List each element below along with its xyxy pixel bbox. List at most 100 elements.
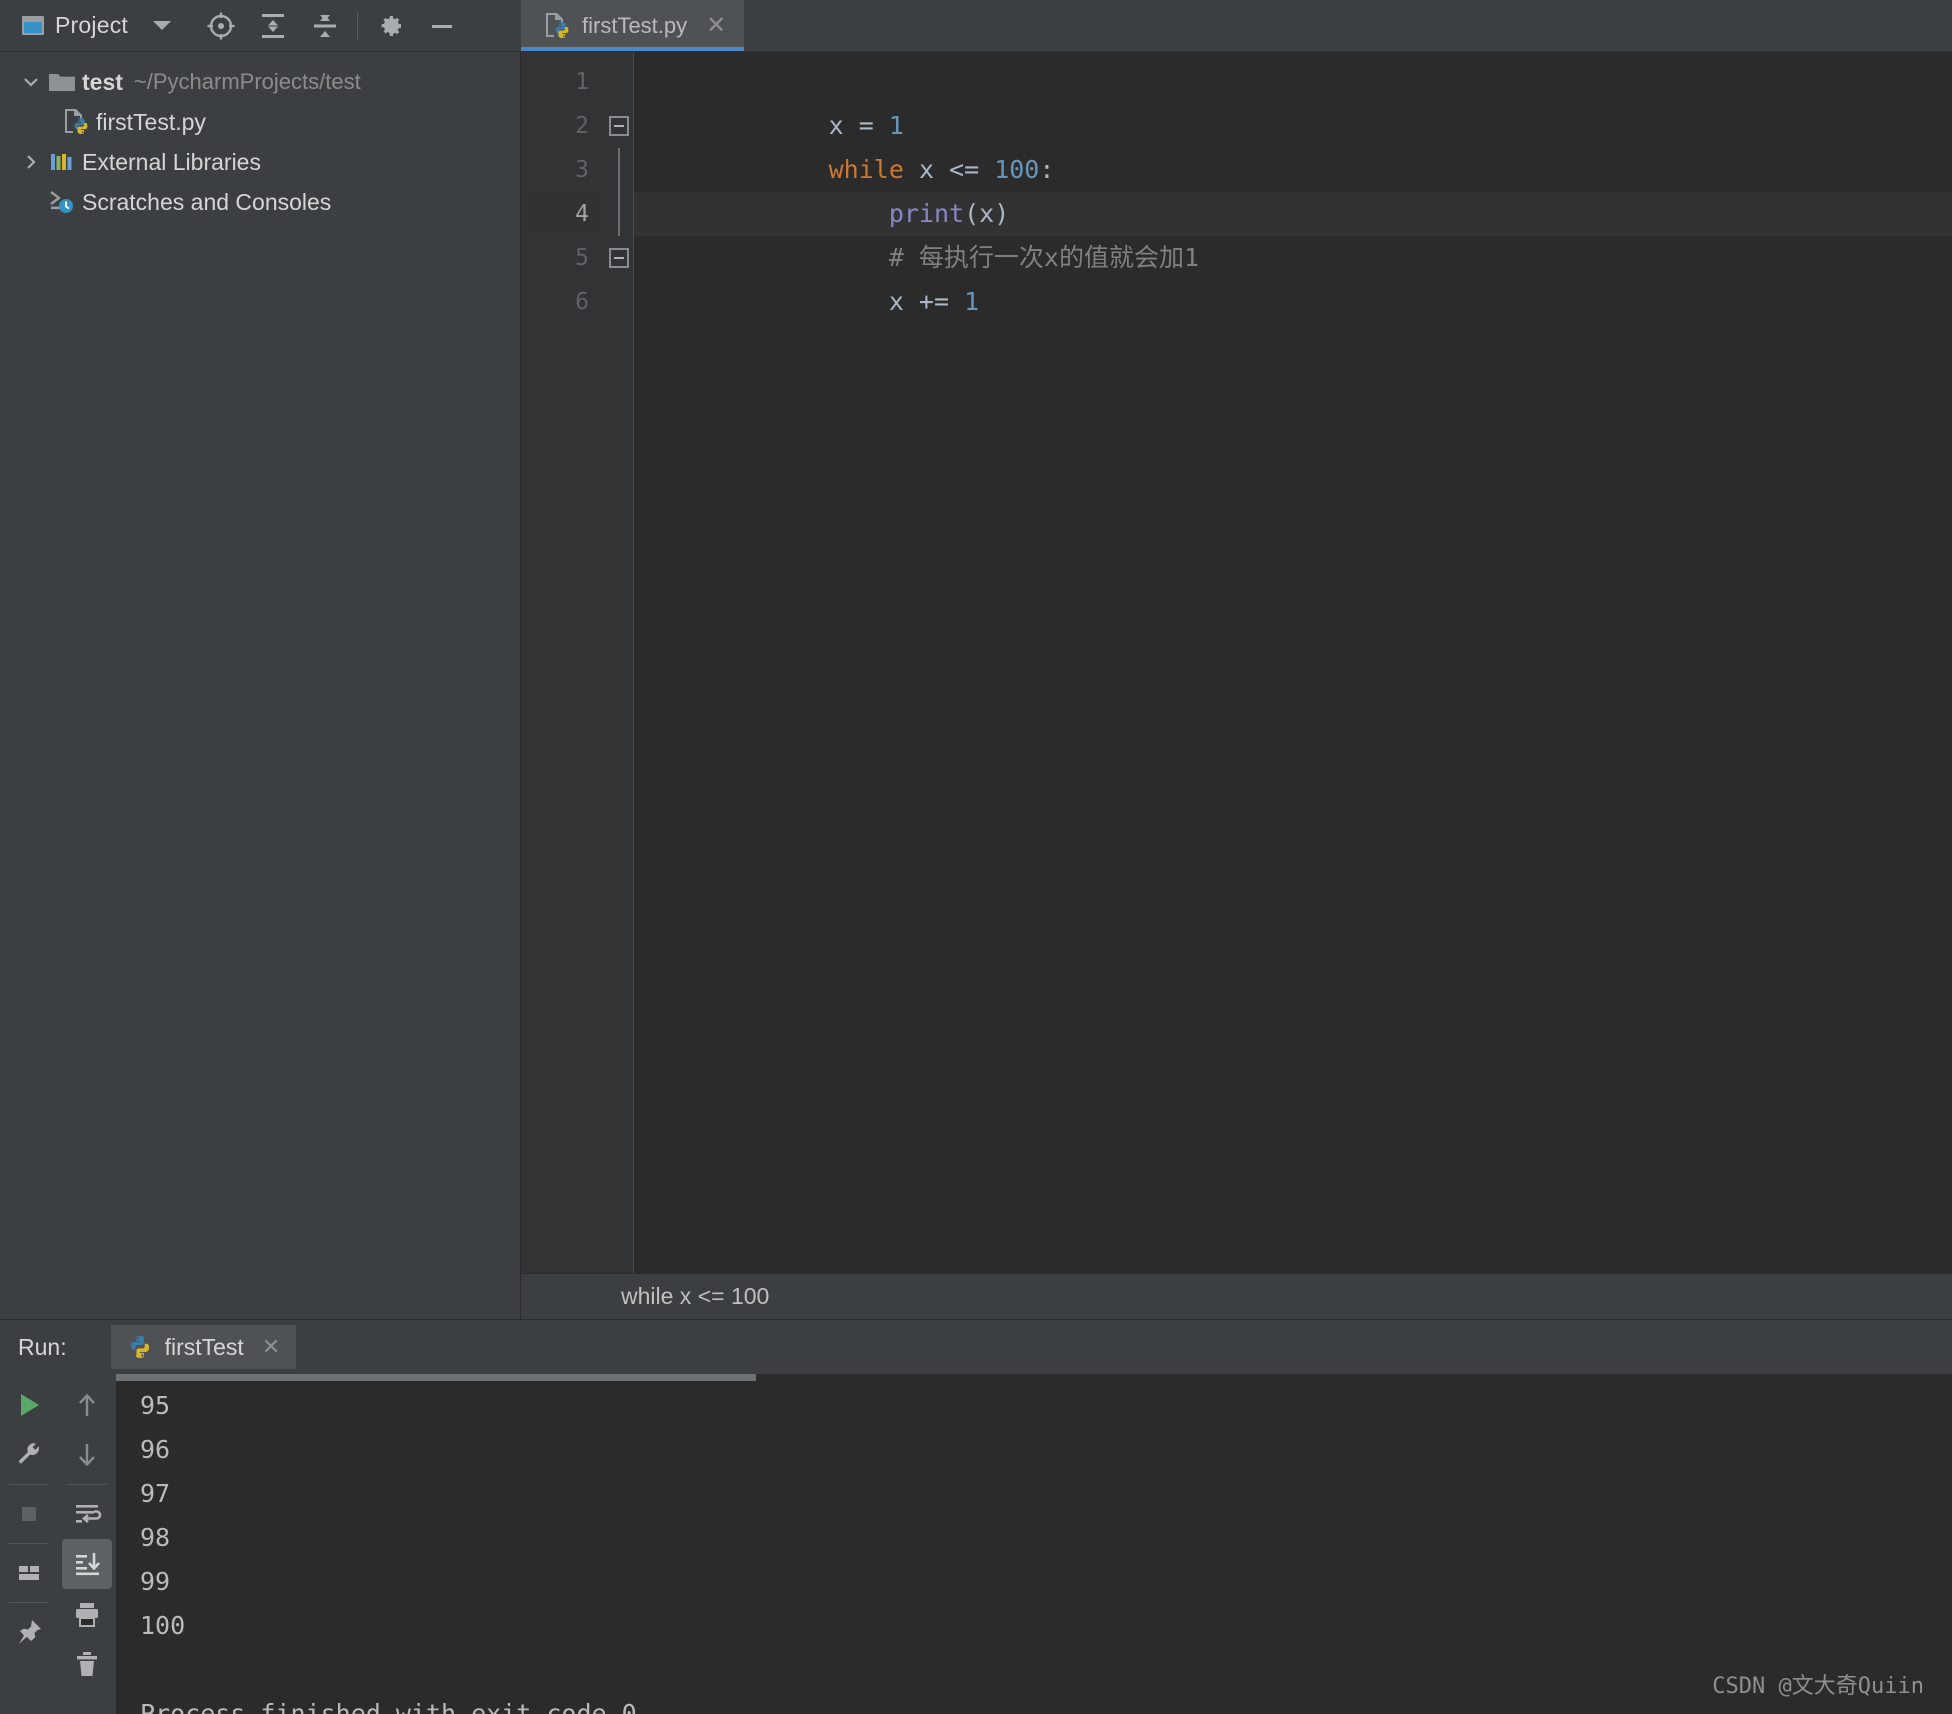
console-line: 98 xyxy=(140,1523,171,1552)
chevron-right-icon[interactable] xyxy=(14,152,48,172)
arrow-up-icon[interactable] xyxy=(62,1380,112,1430)
editor-tab-bar: firstTest.py ✕ xyxy=(521,0,1952,52)
fold-row-3 xyxy=(605,148,633,192)
printer-icon[interactable] xyxy=(62,1589,112,1639)
python-file-icon xyxy=(543,11,571,41)
line-number: 6 xyxy=(575,289,589,315)
code-token: (x) xyxy=(964,199,1010,228)
run-tab-firstTest[interactable]: firstTest ✕ xyxy=(110,1325,297,1369)
console-line: 96 xyxy=(140,1435,171,1464)
folder-icon xyxy=(48,70,82,94)
target-locate-icon[interactable] xyxy=(195,0,247,52)
tree-node-external-libraries[interactable]: External Libraries xyxy=(0,142,520,182)
code-token: # 每执行一次x的值就会加1 xyxy=(828,243,1200,272)
fold-row-1 xyxy=(605,60,633,104)
collapse-all-icon[interactable] xyxy=(299,0,351,52)
run-secondary-toolbar xyxy=(58,1374,116,1714)
fold-row-6 xyxy=(605,280,633,324)
main-content: test ~/PycharmProjects/test firstTest.py xyxy=(0,52,1952,1319)
fold-toggle-while[interactable] xyxy=(605,104,633,148)
tree-node-firstTest-py[interactable]: firstTest.py xyxy=(0,102,520,142)
tree-node-label: firstTest.py xyxy=(96,108,206,135)
tree-node-label: External Libraries xyxy=(82,148,261,175)
tree-node-scratches-and-consoles[interactable]: Scratches and Consoles xyxy=(0,182,520,222)
code-token: x = xyxy=(828,111,889,140)
toolbar-divider xyxy=(67,1484,107,1485)
line-number: 1 xyxy=(575,69,589,95)
run-tool-window: Run: firstTest ✕ 95 96 97 98 99 100 Proc… xyxy=(0,1319,1952,1714)
toolbar-divider xyxy=(9,1484,49,1485)
close-icon[interactable]: ✕ xyxy=(706,13,726,38)
python-file-icon xyxy=(127,1333,153,1361)
project-label: Project xyxy=(55,12,128,38)
top-row: Project firstTest.py ✕ xyxy=(0,0,1952,52)
code-token: x <= xyxy=(903,155,995,184)
run-play-icon[interactable] xyxy=(4,1380,54,1430)
watermark: CSDN @文大奇Quiin xyxy=(1712,1674,1924,1699)
console-line: 99 xyxy=(140,1567,171,1596)
fold-end-icon[interactable] xyxy=(609,248,629,268)
code-folding-gutter[interactable] xyxy=(605,52,633,1273)
pin-icon[interactable] xyxy=(4,1607,54,1657)
console-output[interactable]: 95 96 97 98 99 100 Process finished with… xyxy=(116,1374,1952,1714)
code-token: 1 xyxy=(888,111,904,140)
code-token: x += xyxy=(828,287,965,316)
wrench-icon[interactable] xyxy=(4,1430,54,1480)
expand-all-icon[interactable] xyxy=(247,0,299,52)
scroll-to-end-icon[interactable] xyxy=(62,1539,112,1589)
stop-square-icon[interactable] xyxy=(4,1489,54,1539)
run-tab-label: firstTest xyxy=(164,1333,244,1360)
run-body: 95 96 97 98 99 100 Process finished with… xyxy=(0,1374,1952,1714)
code-editor: 1 2 3 4 5 6 x = 1 while x <= 100: print(… xyxy=(521,52,1952,1319)
code-token: 1 xyxy=(964,287,980,316)
toolbar-divider xyxy=(9,1602,49,1603)
line-number: 5 xyxy=(575,245,589,271)
editor-tab-label: firstTest.py xyxy=(582,12,688,38)
toolbar-divider xyxy=(356,11,358,40)
console-scrollbar[interactable] xyxy=(116,1374,756,1381)
layout-icon[interactable] xyxy=(4,1548,54,1598)
minimize-icon[interactable] xyxy=(416,0,468,52)
tree-node-path: ~/PycharmProjects/test xyxy=(133,69,361,94)
editor-tab-firstTest[interactable]: firstTest.py ✕ xyxy=(521,0,745,51)
code-line-1[interactable]: x = 1 xyxy=(634,60,1952,140)
fold-row-4 xyxy=(605,192,633,236)
breadcrumb-label[interactable]: while x <= 100 xyxy=(621,1283,769,1310)
code-token: print xyxy=(888,199,965,228)
console-line: 97 xyxy=(140,1479,171,1508)
code-token: 100 xyxy=(994,155,1040,184)
trash-icon[interactable] xyxy=(62,1639,112,1689)
editor-body[interactable]: 1 2 3 4 5 6 x = 1 while x <= 100: print(… xyxy=(521,52,1952,1273)
line-number-gutter: 1 2 3 4 5 6 xyxy=(521,52,605,1273)
project-toolbar: Project xyxy=(0,0,521,52)
project-tool-window-title[interactable]: Project xyxy=(22,12,171,39)
tree-node-test[interactable]: test ~/PycharmProjects/test xyxy=(0,62,520,102)
project-tree: test ~/PycharmProjects/test firstTest.py xyxy=(0,52,521,1319)
tree-node-label: test xyxy=(82,68,123,95)
line-number: 3 xyxy=(575,157,589,183)
gear-icon[interactable] xyxy=(364,0,416,52)
console-line: 100 xyxy=(140,1611,186,1640)
project-window-icon xyxy=(22,16,44,35)
run-tool-window-header: Run: firstTest ✕ xyxy=(0,1320,1952,1374)
line-number: 4 xyxy=(521,192,605,236)
toolbar-divider xyxy=(9,1543,49,1544)
console-line: 95 xyxy=(140,1391,171,1420)
arrow-down-icon[interactable] xyxy=(62,1430,112,1480)
fold-collapse-icon[interactable] xyxy=(609,116,629,136)
code-text-area[interactable]: x = 1 while x <= 100: print(x) # 每执行一次x的… xyxy=(633,52,1952,1273)
scratches-icon xyxy=(48,189,82,215)
code-token: while xyxy=(828,155,904,184)
chevron-down-icon[interactable] xyxy=(14,72,48,92)
pycharm-window: Project firstTest.py ✕ test ~/PycharmPro… xyxy=(0,0,1952,1714)
fold-end-marker[interactable] xyxy=(605,236,633,280)
soft-wrap-icon[interactable] xyxy=(62,1489,112,1539)
tab-bar-empty-area xyxy=(744,0,1952,51)
close-icon[interactable]: ✕ xyxy=(262,1334,280,1360)
python-file-icon xyxy=(62,107,96,137)
chevron-down-icon[interactable] xyxy=(152,21,171,30)
tree-node-label: Scratches and Consoles xyxy=(82,188,332,215)
run-label: Run: xyxy=(18,1333,67,1360)
